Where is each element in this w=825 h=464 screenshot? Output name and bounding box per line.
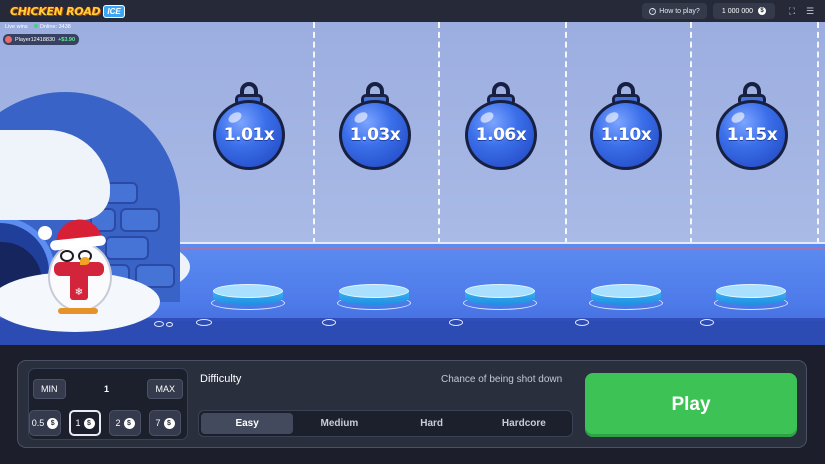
glasses — [60, 250, 98, 262]
manhole-top — [465, 284, 535, 298]
lane-divider — [817, 22, 819, 244]
manhole-top — [716, 284, 786, 298]
lantern-shine — [352, 110, 370, 125]
manhole-1[interactable] — [211, 284, 285, 310]
lantern-shine — [226, 110, 244, 125]
how-to-play-button[interactable]: ? How to play? — [642, 3, 707, 19]
live-strip: Live wins Online: 3438 — [5, 24, 71, 30]
chip-0-5[interactable]: 0.5 $ — [29, 410, 61, 436]
difficulty-medium[interactable]: Medium — [293, 413, 385, 434]
santa-hat-pompom — [38, 226, 52, 240]
chicken-character: ❄ — [38, 212, 118, 317]
bet-chips: 0.5 $ 1 $ 2 $ 7 $ — [29, 410, 187, 436]
lane-divider — [565, 22, 567, 244]
manhole-top — [591, 284, 661, 298]
logo-text: CHICKEN ROAD — [10, 4, 101, 18]
online-dot-icon — [33, 24, 38, 28]
chip-label: 0.5 — [31, 418, 45, 428]
igloo-brick — [120, 208, 160, 232]
lantern-ball: 1.03x — [339, 100, 411, 170]
ice-bubble — [449, 319, 463, 326]
how-to-play-label: How to play? — [659, 7, 700, 15]
game-scene: 1.01x 1.03x 1.06x 1.10x 1.15x ❄ — [0, 22, 825, 345]
manhole-3[interactable] — [463, 284, 537, 310]
top-bar: CHICKEN ROAD ICE ? How to play? 1 000 00… — [0, 0, 825, 22]
ice-bubble — [166, 322, 173, 327]
multiplier-lantern-3[interactable]: 1.06x — [465, 82, 537, 170]
multiplier-lantern-1[interactable]: 1.01x — [213, 82, 285, 170]
lantern-shine — [729, 110, 747, 125]
chip-label: 1 — [75, 418, 81, 428]
ice-bubble — [700, 319, 714, 326]
multiplier-label: 1.01x — [223, 125, 275, 145]
difficulty-easy[interactable]: Easy — [201, 413, 294, 434]
manhole-top — [213, 284, 283, 298]
dollar-coin-icon: $ — [123, 417, 135, 429]
chicken-feet — [58, 308, 98, 314]
lane-divider — [690, 22, 692, 244]
balance-value: 1 000 000 — [721, 7, 754, 15]
dollar-coin-icon: $ — [758, 7, 767, 15]
dollar-coin-icon: $ — [163, 417, 175, 429]
min-bet-button[interactable]: MIN — [33, 379, 66, 399]
multiplier-lantern-4[interactable]: 1.10x — [590, 82, 662, 170]
multiplier-label: 1.10x — [600, 125, 652, 145]
game-screen: CHICKEN ROAD ICE ? How to play? 1 000 00… — [0, 0, 825, 464]
lantern-shine — [478, 110, 496, 125]
fullscreen-icon[interactable]: ⛶ — [786, 5, 798, 17]
bet-amount-row: MIN 1 MAX — [33, 378, 183, 400]
multiplier-label: 1.03x — [349, 125, 401, 145]
chip-2[interactable]: 2 $ — [109, 410, 141, 436]
difficulty-title: Difficulty — [200, 373, 242, 385]
lane-divider — [438, 22, 440, 244]
multiplier-lantern-5[interactable]: 1.15x — [716, 82, 788, 170]
chip-label: 2 — [115, 418, 121, 428]
dollar-coin-icon: $ — [47, 417, 59, 429]
multiplier-label: 1.15x — [726, 125, 778, 145]
lane-divider — [313, 22, 315, 244]
multiplier-lantern-2[interactable]: 1.03x — [339, 82, 411, 170]
manhole-top — [339, 284, 409, 298]
manhole-5[interactable] — [714, 284, 788, 310]
lantern-ball: 1.15x — [716, 100, 788, 170]
chip-7[interactable]: 7 $ — [149, 410, 181, 436]
live-win-entry: Player12418830 +$3.90 — [3, 34, 80, 45]
max-bet-button[interactable]: MAX — [147, 379, 183, 399]
lantern-ball: 1.01x — [213, 100, 285, 170]
chicken-beak — [80, 257, 90, 265]
ice-bubble — [322, 319, 336, 326]
chance-label: Chance of being shot down — [441, 374, 563, 385]
lantern-shine — [603, 110, 621, 125]
menu-icon[interactable]: ☰ — [804, 5, 816, 17]
live-wins-label: Live wins — [5, 24, 28, 30]
player-name: Player12418830 — [15, 36, 56, 43]
bet-amount-input[interactable]: 1 — [104, 384, 109, 394]
igloo-snow-cap — [60, 162, 110, 212]
logo-badge: ICE — [103, 4, 125, 18]
ice-bubble — [575, 319, 589, 326]
dollar-coin-icon: $ — [83, 417, 95, 429]
multiplier-label: 1.06x — [475, 125, 527, 145]
snowflake-icon: ❄ — [70, 270, 88, 300]
avatar — [5, 36, 12, 43]
manhole-2[interactable] — [337, 284, 411, 310]
ice-bubble — [154, 321, 164, 327]
ice-bubble — [196, 319, 212, 326]
online-label: Online: 3438 — [39, 24, 71, 30]
online-count: Online: 3438 — [33, 24, 71, 30]
lantern-ball: 1.10x — [590, 100, 662, 170]
chip-label: 7 — [155, 418, 161, 428]
chip-1[interactable]: 1 $ — [69, 410, 101, 436]
player-win-amount: +$3.90 — [58, 36, 76, 43]
glasses-lens — [60, 250, 74, 262]
question-icon: ? — [649, 7, 657, 15]
difficulty-hard[interactable]: Hard — [386, 413, 478, 434]
play-button[interactable]: Play — [585, 373, 797, 437]
manhole-4[interactable] — [589, 284, 663, 310]
balance-display: 1 000 000 $ — [713, 3, 775, 19]
difficulty-hardcore[interactable]: Hardcore — [478, 413, 570, 434]
difficulty-selector: Easy Medium Hard Hardcore — [198, 410, 573, 437]
game-logo: CHICKEN ROAD ICE — [10, 3, 125, 19]
lantern-ball: 1.06x — [465, 100, 537, 170]
